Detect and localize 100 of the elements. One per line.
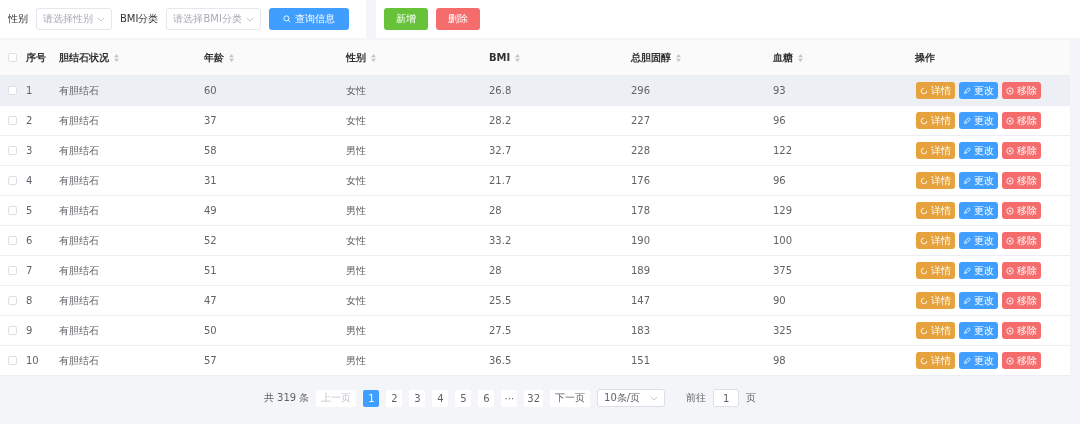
pencil-icon [963,86,971,95]
select-field[interactable]: 请选择BMI分类 [166,8,261,30]
page-button[interactable]: 4 [432,389,449,407]
select-all-checkbox[interactable] [8,53,17,62]
detail-button[interactable]: 详情 [916,112,955,129]
row-checkbox[interactable] [8,176,17,185]
pencil-icon [963,116,971,125]
page-button[interactable]: 6 [478,389,495,407]
close-circle-icon [1006,356,1014,365]
detail-button[interactable]: 详情 [916,352,955,369]
table-cell: 21.7 [489,175,512,186]
edit-button[interactable]: 更改 [959,292,998,309]
table-cell: 296 [631,85,651,96]
remove-button[interactable]: 移除 [1002,112,1041,129]
column-header[interactable]: BMI [489,52,511,63]
close-circle-icon [1006,86,1014,95]
page-button[interactable]: 2 [386,389,403,407]
chevron-down-icon [650,395,659,401]
pencil-icon [963,296,971,305]
remove-button[interactable]: 移除 [1002,232,1041,249]
page-button[interactable]: 3 [409,389,426,407]
add-button[interactable]: 新增 [384,8,428,30]
table-cell: 27.5 [489,325,512,336]
row-checkbox[interactable] [8,266,17,275]
remove-button[interactable]: 移除 [1002,322,1041,339]
row-checkbox[interactable] [8,356,17,365]
search-button[interactable]: 查询信息 [268,8,349,30]
table-cell: 有胆结石 [59,113,99,128]
page-button[interactable]: ··· [501,389,518,407]
table-cell: 28.2 [489,115,512,126]
page-button[interactable]: 32 [524,389,544,407]
detail-button[interactable]: 详情 [916,202,955,219]
row-checkbox[interactable] [8,116,17,125]
row-checkbox[interactable] [8,86,17,95]
table-cell: 1 [26,85,33,96]
table-cell: 有胆结石 [59,323,99,338]
detail-button[interactable]: 详情 [916,262,955,279]
edit-button[interactable]: 更改 [959,322,998,339]
column-header: 序号 [26,50,46,65]
refresh-icon [920,116,928,125]
table-cell: 183 [631,325,651,336]
edit-button[interactable]: 更改 [959,352,998,369]
detail-button[interactable]: 详情 [916,292,955,309]
edit-button[interactable]: 更改 [959,262,998,279]
row-checkbox[interactable] [8,206,17,215]
remove-button[interactable]: 移除 [1002,262,1041,279]
table-cell: 151 [631,355,651,366]
remove-button[interactable]: 移除 [1002,352,1041,369]
detail-button[interactable]: 详情 [916,142,955,159]
delete-button[interactable]: 删除 [436,8,480,30]
column-header[interactable]: 年龄 [204,50,224,65]
edit-button[interactable]: 更改 [959,232,998,249]
edit-button[interactable]: 更改 [959,172,998,189]
row-checkbox[interactable] [8,236,17,245]
search-icon [282,15,291,23]
table-cell: 26.8 [489,85,512,96]
next-page-button[interactable]: 下一页 [550,389,591,407]
table-cell: 51 [204,265,217,276]
edit-button[interactable]: 更改 [959,202,998,219]
pencil-icon [963,266,971,275]
remove-button[interactable]: 移除 [1002,82,1041,99]
table-cell: 有胆结石 [59,203,99,218]
edit-button[interactable]: 更改 [959,112,998,129]
select-field[interactable]: 请选择性别 [36,8,112,30]
remove-button[interactable]: 移除 [1002,172,1041,189]
table-cell: 10 [26,355,39,366]
edit-button[interactable]: 更改 [959,142,998,159]
table-cell: 100 [773,235,793,246]
table-cell: 47 [204,295,217,306]
remove-button[interactable]: 移除 [1002,142,1041,159]
table-cell: 有胆结石 [59,353,99,368]
detail-button[interactable]: 详情 [916,232,955,249]
page-size-select[interactable]: 10条/页 [597,389,666,407]
row-checkbox[interactable] [8,326,17,335]
detail-button[interactable]: 详情 [916,172,955,189]
close-circle-icon [1006,206,1014,215]
page-button[interactable]: 5 [455,389,472,407]
table-cell: 57 [204,355,217,366]
close-circle-icon [1006,296,1014,305]
table-cell: 2 [26,115,33,126]
table-cell: 122 [773,145,793,156]
table-cell: 3 [26,145,33,156]
table-cell: 女性 [346,233,366,248]
pencil-icon [963,356,971,365]
remove-button[interactable]: 移除 [1002,292,1041,309]
remove-button[interactable]: 移除 [1002,202,1041,219]
page-input[interactable]: 1 [713,389,740,407]
table-cell: 有胆结石 [59,83,99,98]
row-checkbox[interactable] [8,296,17,305]
detail-button[interactable]: 详情 [916,82,955,99]
row-checkbox[interactable] [8,146,17,155]
detail-button[interactable]: 详情 [916,322,955,339]
column-header[interactable]: 胆结石状况 [59,50,109,65]
column-header[interactable]: 血糖 [773,50,793,65]
sort-icon [229,53,234,62]
column-header[interactable]: 性别 [346,50,366,65]
page-button[interactable]: 1 [363,389,380,407]
column-header[interactable]: 总胆固醇 [631,50,671,65]
filter-label: 性别 [8,12,28,26]
edit-button[interactable]: 更改 [959,82,998,99]
